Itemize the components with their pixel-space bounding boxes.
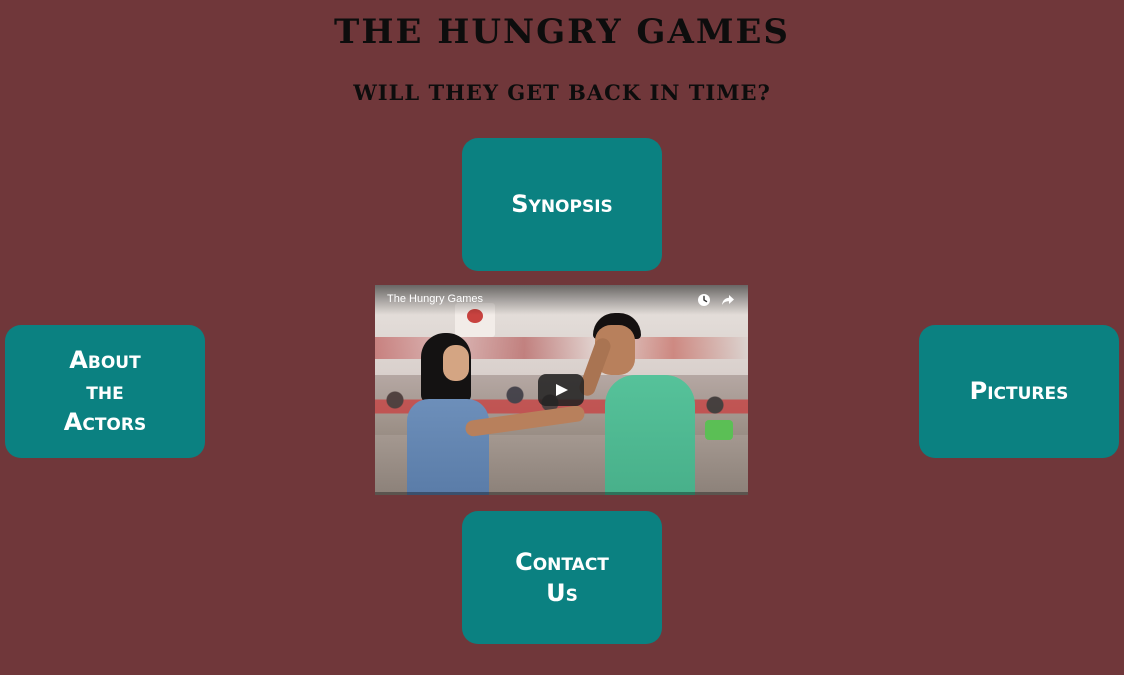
play-icon[interactable] [538, 374, 584, 406]
video-player[interactable]: The Hungry Games [375, 285, 748, 495]
about-label-line3: Actors [63, 408, 147, 436]
pictures-button[interactable]: Pictures [919, 325, 1119, 458]
video-title[interactable]: The Hungry Games [387, 293, 483, 305]
contact-us-button[interactable]: Contact Us [462, 511, 662, 644]
about-label-line2: the [86, 377, 124, 405]
watch-later-icon[interactable] [697, 293, 711, 307]
page: THE HUNGRY GAMES WILL THEY GET BACK IN T… [0, 0, 1124, 675]
contact-label-line1: Contact [515, 547, 609, 576]
page-subtitle: WILL THEY GET BACK IN TIME? [353, 80, 771, 105]
video-progress-track [375, 492, 748, 495]
contact-label-line2: Us [546, 578, 578, 607]
video-frame-person-right [464, 313, 705, 495]
pictures-label: Pictures [969, 377, 1069, 405]
page-title: THE HUNGRY GAMES [334, 12, 790, 52]
about-label-line1: About [69, 346, 141, 374]
video-frame-person-left [407, 333, 489, 495]
synopsis-button[interactable]: Synopsis [462, 138, 662, 271]
video-frame-chair [705, 420, 733, 440]
synopsis-label: Synopsis [511, 190, 613, 218]
share-icon[interactable] [721, 293, 735, 307]
about-actors-button[interactable]: About the Actors [5, 325, 205, 458]
